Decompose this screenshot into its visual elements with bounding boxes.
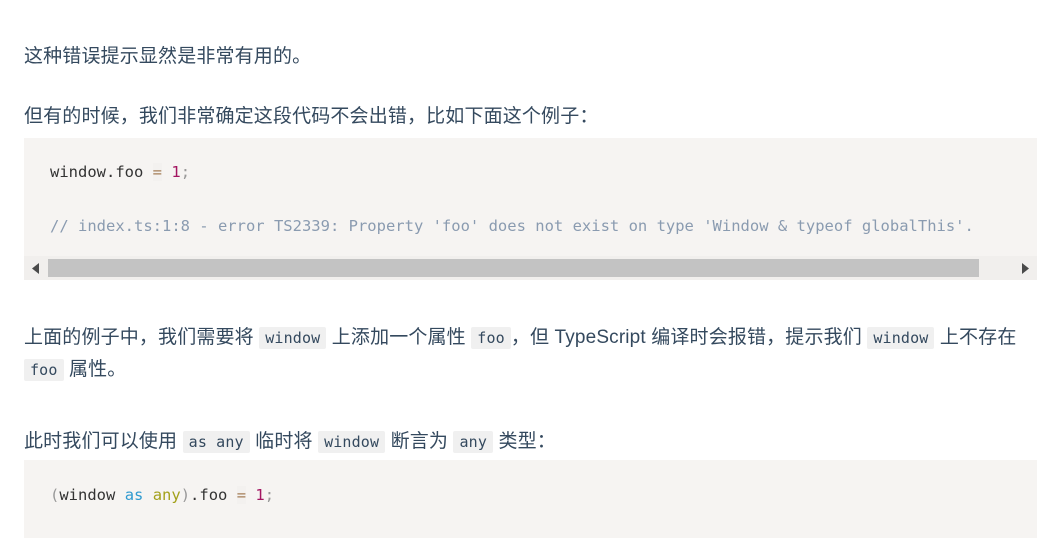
scrollbar-thumb[interactable] xyxy=(48,259,980,277)
code-token-semicolon: ; xyxy=(264,486,275,504)
scrollbar-right-arrow-button[interactable] xyxy=(1013,256,1037,280)
paragraph-as-any-explanation: 此时我们可以使用 as any 临时将 window 断言为 any 类型： xyxy=(24,426,1034,458)
paragraph-error-useful: 这种错误提示显然是非常有用的。 xyxy=(24,46,312,67)
inline-code-window-1: window xyxy=(259,327,327,349)
scrollbar-left-arrow-button[interactable] xyxy=(24,256,48,280)
code-token-operator: = xyxy=(236,486,247,504)
code-token-member: .foo xyxy=(190,486,228,504)
paragraph-3-text-a: 上面的例子中，我们需要将 xyxy=(24,327,254,348)
inline-code-window-2: window xyxy=(867,327,935,349)
article-content: 这种错误提示显然是非常有用的。 但有的时候，我们非常确定这段代码不会出错，比如下… xyxy=(0,0,1061,538)
paragraph-3-text-c: ，但 TypeScript 编译时会报错，提示我们 xyxy=(510,327,862,348)
inline-code-foo-2: foo xyxy=(24,359,64,381)
code-token-identifier: window.foo xyxy=(50,163,144,181)
code-token-type-any: any xyxy=(152,486,181,504)
paragraph-3-text-d: 上不存在 xyxy=(939,327,1017,348)
inline-code-foo-1: foo xyxy=(471,327,511,349)
code-token-keyword-as: as xyxy=(124,486,144,504)
code-token-identifier: window xyxy=(59,486,116,504)
triangle-right-icon xyxy=(1021,262,1029,274)
paragraph-example-intro: 但有的时候，我们非常确定这段代码不会出错，比如下面这个例子： xyxy=(24,106,599,127)
code-token-paren-open: ( xyxy=(50,486,60,504)
paragraph-3-text-b: 上添加一个属性 xyxy=(331,327,466,348)
paragraph-3-text-e: 属性。 xyxy=(68,359,127,380)
code-token-number: 1 xyxy=(171,163,181,181)
code-block-window-foo[interactable]: window.foo = 1; // index.ts:1:8 - error … xyxy=(24,138,1037,256)
inline-code-any: any xyxy=(453,431,494,453)
code-block-horizontal-scrollbar[interactable] xyxy=(24,256,1037,280)
paragraph-4-text-b: 临时将 xyxy=(255,431,313,452)
code-token-number: 1 xyxy=(255,486,265,504)
code-block-window-as-any[interactable]: (window as any).foo = 1; xyxy=(24,460,1037,538)
scrollbar-track[interactable] xyxy=(48,256,1013,280)
code-token-comment: // index.ts:1:8 - error TS2339: Property… xyxy=(50,217,974,235)
paragraph-window-property-explanation: 上面的例子中，我们需要将 window 上添加一个属性 foo ，但 TypeSc… xyxy=(24,322,1024,386)
code-block-window-foo-content: window.foo = 1; // index.ts:1:8 - error … xyxy=(24,138,1037,240)
inline-code-window-3: window xyxy=(318,431,386,453)
code-token-paren-close: ) xyxy=(180,486,191,504)
code-token-semicolon: ; xyxy=(180,163,191,181)
code-token-operator: = xyxy=(152,163,163,181)
paragraph-4-text-a: 此时我们可以使用 xyxy=(24,431,178,452)
code-block-window-as-any-content: (window as any).foo = 1; xyxy=(24,460,1037,531)
paragraph-4-text-d: 类型： xyxy=(498,431,556,452)
paragraph-4-text-c: 断言为 xyxy=(390,431,449,452)
triangle-left-icon xyxy=(32,262,40,274)
inline-code-as-any: as any xyxy=(182,431,250,453)
